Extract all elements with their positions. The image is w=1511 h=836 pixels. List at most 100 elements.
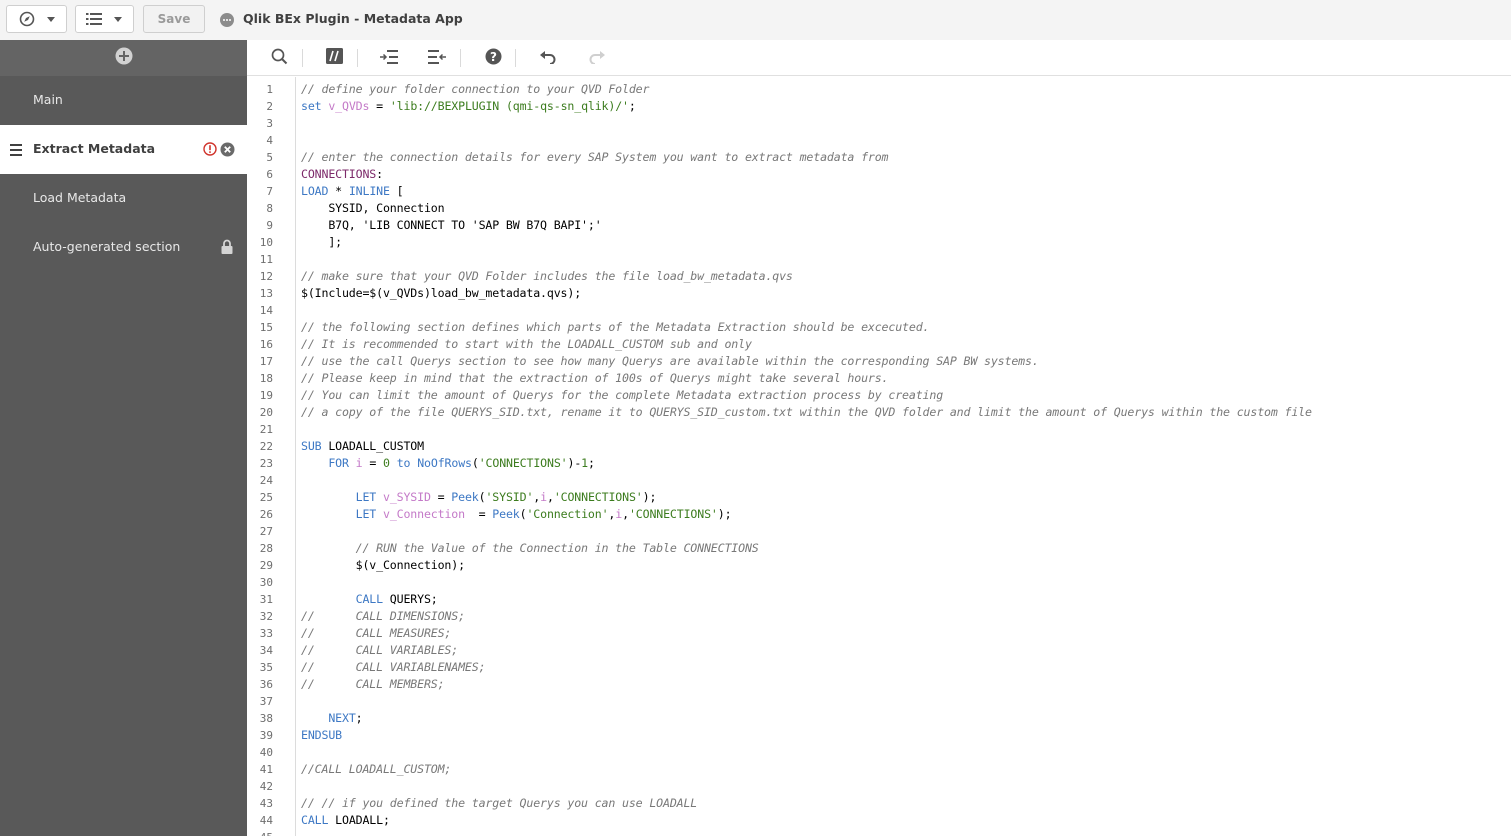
save-button[interactable]: Save [143, 5, 205, 33]
code-text: // You can limit the amount of Querys fo… [301, 387, 943, 404]
search-button[interactable] [268, 48, 290, 68]
section-item-auto-generated[interactable]: Auto-generated section [0, 223, 247, 272]
drag-handle-icon[interactable] [10, 144, 22, 159]
line-number: 24 [259, 474, 273, 487]
code-line[interactable]: 44 CALL LOADALL; [247, 812, 1511, 829]
code-token: Peek [451, 490, 479, 504]
undo-button[interactable] [537, 48, 559, 68]
code-token: v_Connection [382, 507, 465, 521]
code-token: 0 [383, 456, 390, 470]
code-line[interactable]: 15 // the following section defines which… [247, 319, 1511, 336]
code-line[interactable]: 22 SUB LOADALL_CUSTOM [247, 438, 1511, 455]
code-line[interactable]: 37 [247, 693, 1511, 710]
code-line[interactable]: 35 // CALL VARIABLENAMES; [247, 659, 1511, 676]
script-editor[interactable]: 1 // define your folder connection to you… [247, 77, 1511, 836]
code-token: = [369, 99, 390, 113]
code-line[interactable]: 13 $(Include=$(v_QVDs)load_bw_metadata.qv… [247, 285, 1511, 302]
code-line[interactable]: 39 ENDSUB [247, 727, 1511, 744]
indent-button[interactable] [378, 48, 400, 68]
code-line[interactable]: 45 [247, 829, 1511, 836]
code-line[interactable]: 30 [247, 574, 1511, 591]
code-line[interactable]: 28 // RUN the Value of the Connection in… [247, 540, 1511, 557]
outdent-icon [428, 49, 446, 68]
search-icon [271, 48, 288, 69]
code-token: i [540, 490, 547, 504]
code-line[interactable]: 27 [247, 523, 1511, 540]
code-line[interactable]: 19 // You can limit the amount of Querys … [247, 387, 1511, 404]
code-token: = [430, 490, 452, 504]
line-number: 4 [266, 134, 273, 147]
code-token: ; [588, 456, 595, 470]
code-line[interactable]: 33 // CALL MEASURES; [247, 625, 1511, 642]
code-text: CONNECTIONS: [301, 166, 383, 183]
code-line[interactable]: 41 //CALL LOADALL_CUSTOM; [247, 761, 1511, 778]
redo-button[interactable] [586, 48, 608, 68]
code-token: CALL [355, 592, 383, 606]
section-item-load-metadata[interactable]: Load Metadata [0, 174, 247, 223]
code-line[interactable]: 2 set v_QVDs = 'lib://BEXPLUGIN (qmi-qs-s… [247, 98, 1511, 115]
line-number: 44 [259, 814, 273, 827]
sheets-list-button[interactable] [75, 5, 134, 33]
line-number: 32 [259, 610, 273, 623]
toolbar-divider [460, 49, 461, 67]
code-line[interactable]: 24 [247, 472, 1511, 489]
section-item-main[interactable]: Main [0, 76, 247, 125]
code-line[interactable]: 36 // CALL MEMBERS; [247, 676, 1511, 693]
comment-toggle-button[interactable] [323, 48, 345, 68]
code-line[interactable]: 42 [247, 778, 1511, 795]
code-line[interactable]: 43 // // if you defined the target Querys… [247, 795, 1511, 812]
code-line[interactable]: 10 ]; [247, 234, 1511, 251]
code-token: // CALL MEMBERS; [301, 677, 445, 691]
code-text: LET v_Connection = Peek('Connection',i,'… [301, 506, 732, 523]
code-token: // CALL DIMENSIONS; [301, 609, 465, 623]
code-line[interactable]: 12 // make sure that your QVD Folder incl… [247, 268, 1511, 285]
code-line[interactable]: 5 // enter the connection details for eve… [247, 149, 1511, 166]
code-line[interactable]: 21 [247, 421, 1511, 438]
code-text: B7Q, 'LIB CONNECT TO 'SAP BW B7Q BAPI';' [301, 217, 601, 234]
code-line[interactable]: 16 // It is recommended to start with the… [247, 336, 1511, 353]
section-item-extract-metadata[interactable]: Extract Metadata [0, 125, 247, 174]
code-line[interactable]: 17 // use the call Querys section to see … [247, 353, 1511, 370]
code-line[interactable]: 29 $(v_Connection); [247, 557, 1511, 574]
code-line[interactable]: 7 LOAD * INLINE [ [247, 183, 1511, 200]
code-line[interactable]: 38 NEXT; [247, 710, 1511, 727]
code-line[interactable]: 8 SYSID, Connection [247, 200, 1511, 217]
code-token: = [362, 456, 384, 470]
outdent-button[interactable] [426, 48, 448, 68]
code-token: LOAD [301, 184, 329, 198]
help-button[interactable]: ? [482, 48, 504, 68]
code-line[interactable]: 25 LET v_SYSID = Peek('SYSID',i,'CONNECT… [247, 489, 1511, 506]
code-line[interactable]: 34 // CALL VARIABLES; [247, 642, 1511, 659]
code-token: i [355, 456, 363, 470]
svg-text:?: ? [490, 49, 497, 63]
code-line[interactable]: 9 B7Q, 'LIB CONNECT TO 'SAP BW B7Q BAPI'… [247, 217, 1511, 234]
app-status-icon [220, 13, 234, 27]
code-line[interactable]: 20 // a copy of the file QUERYS_SID.txt, … [247, 404, 1511, 421]
code-line[interactable]: 4 [247, 132, 1511, 149]
delete-section-icon[interactable] [220, 142, 235, 160]
code-line[interactable]: 40 [247, 744, 1511, 761]
code-line[interactable]: 6 CONNECTIONS: [247, 166, 1511, 183]
code-token: ); [717, 507, 732, 521]
navigation-menu-button[interactable] [6, 5, 67, 33]
code-text: CALL QUERYS; [301, 591, 438, 608]
add-section-button[interactable] [0, 40, 247, 76]
code-line[interactable]: 31 CALL QUERYS; [247, 591, 1511, 608]
code-token: // a copy of the file QUERYS_SID.txt, re… [301, 405, 1312, 419]
code-line[interactable]: 23 FOR i = 0 to NoOfRows('CONNECTIONS')-… [247, 455, 1511, 472]
line-number: 35 [259, 661, 273, 674]
code-line[interactable]: 26 LET v_Connection = Peek('Connection',… [247, 506, 1511, 523]
code-line[interactable]: 11 [247, 251, 1511, 268]
code-line[interactable]: 32 // CALL DIMENSIONS; [247, 608, 1511, 625]
code-line[interactable]: 14 [247, 302, 1511, 319]
code-token: LET [355, 507, 377, 521]
code-text: // // if you defined the target Querys y… [301, 795, 697, 812]
code-line[interactable]: 3 [247, 115, 1511, 132]
code-line[interactable]: 18 // Please keep in mind that the extrac… [247, 370, 1511, 387]
code-line[interactable]: 1 // define your folder connection to you… [247, 81, 1511, 98]
code-text: // RUN the Value of the Connection in th… [301, 540, 759, 557]
chevron-down-icon [114, 17, 122, 22]
code-token: Peek [492, 507, 520, 521]
